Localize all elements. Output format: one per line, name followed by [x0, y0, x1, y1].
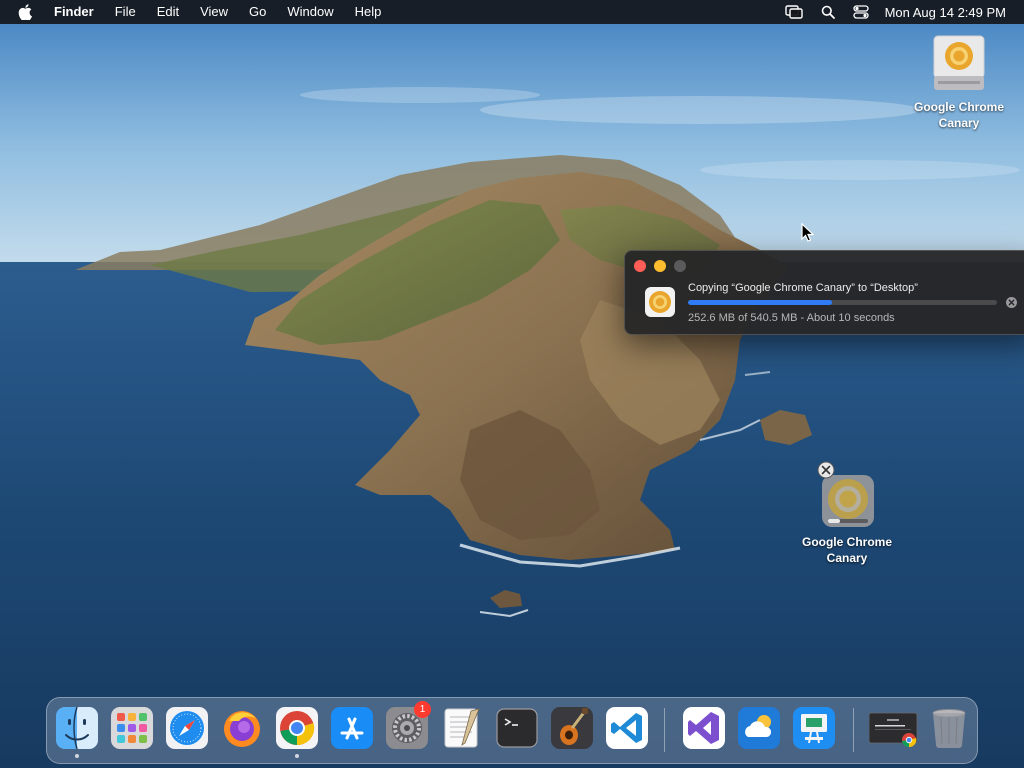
window-minimize-button[interactable]	[654, 260, 666, 272]
dock-separator	[664, 708, 665, 752]
weather-cloud-icon	[738, 707, 780, 749]
dock-item-chrome-installer-window[interactable]	[868, 707, 919, 749]
dock-item-safari[interactable]	[166, 707, 208, 749]
menu-clock[interactable]: Mon Aug 14 2:49 PM	[885, 5, 1006, 20]
dock: 1	[46, 697, 978, 764]
visual-studio-icon	[683, 707, 725, 749]
menu-help[interactable]: Help	[355, 0, 382, 24]
dock-running-indicator	[295, 754, 299, 758]
minimized-window-icon	[868, 712, 918, 748]
dock-item-firefox[interactable]	[221, 707, 263, 749]
vscode-icon	[606, 707, 648, 749]
screen-mirroring-icon[interactable]	[784, 5, 803, 19]
textedit-icon	[444, 708, 480, 748]
copy-status: 252.6 MB of 540.5 MB - About 10 seconds	[688, 312, 895, 324]
search-icon[interactable]	[821, 5, 835, 19]
menu-window[interactable]: Window	[287, 0, 333, 24]
finder-icon	[56, 706, 98, 750]
desktop-wallpaper	[0, 0, 1024, 768]
safari-icon	[166, 707, 208, 749]
dock-item-icloud-weather[interactable]	[738, 707, 780, 749]
mouse-cursor-icon	[801, 223, 815, 242]
desktop-icon-disk-image-label: Google Chrome Canary	[913, 100, 1004, 130]
copy-progress-bar	[688, 300, 997, 305]
firefox-icon	[224, 711, 260, 747]
launchpad-icon	[111, 707, 153, 749]
dock-item-app-store[interactable]	[331, 707, 373, 749]
trash-icon	[932, 709, 966, 748]
dock-item-garageband[interactable]	[551, 707, 593, 749]
dock-item-launchpad[interactable]	[111, 707, 153, 749]
copy-progress-fill	[688, 300, 833, 305]
chrome-canary-icon	[817, 461, 874, 527]
dock-item-textedit[interactable]	[441, 707, 483, 749]
window-close-button[interactable]	[634, 260, 646, 272]
chrome-icon	[276, 707, 318, 749]
desktop-icon-copying-app-label: Google Chrome Canary	[801, 535, 892, 565]
menu-bar: Finder File Edit View Go Window Help Mon…	[0, 0, 1024, 24]
apple-menu-icon[interactable]	[18, 4, 36, 20]
menu-edit[interactable]: Edit	[157, 0, 179, 24]
desktop-icon-copying-app[interactable]: Google Chrome Canary	[796, 461, 898, 566]
menu-file[interactable]: File	[115, 0, 136, 24]
app-store-icon	[331, 707, 373, 749]
menu-app-finder[interactable]: Finder	[54, 0, 94, 24]
notification-badge: 1	[414, 701, 431, 718]
dock-running-indicator	[75, 754, 79, 758]
terminal-icon	[496, 708, 538, 748]
menu-go[interactable]: Go	[249, 0, 266, 24]
dock-item-keynote[interactable]	[793, 707, 835, 749]
control-center-icon[interactable]	[852, 5, 869, 19]
garageband-icon	[551, 707, 593, 749]
desktop-icon-disk-image[interactable]: Google Chrome Canary	[904, 34, 1014, 131]
dock-item-visual-studio-code[interactable]	[606, 707, 648, 749]
menu-view[interactable]: View	[200, 0, 228, 24]
copy-progress-window[interactable]: Copying “Google Chrome Canary” to “Deskt…	[624, 250, 1024, 335]
cancel-copy-icon[interactable]	[1006, 297, 1017, 308]
chrome-canary-icon	[645, 287, 675, 317]
dock-item-trash[interactable]	[928, 707, 970, 749]
disk-image-icon	[933, 35, 985, 90]
dock-item-system-settings[interactable]: 1	[386, 701, 431, 749]
dock-item-terminal[interactable]	[496, 707, 538, 749]
dock-item-visual-studio[interactable]	[683, 707, 725, 749]
window-zoom-button	[674, 260, 686, 272]
copy-title: Copying “Google Chrome Canary” to “Deskt…	[688, 282, 918, 294]
keynote-icon	[793, 707, 835, 749]
dock-separator	[853, 708, 854, 752]
dock-item-finder[interactable]	[56, 706, 98, 758]
dock-item-google-chrome[interactable]	[276, 707, 318, 758]
